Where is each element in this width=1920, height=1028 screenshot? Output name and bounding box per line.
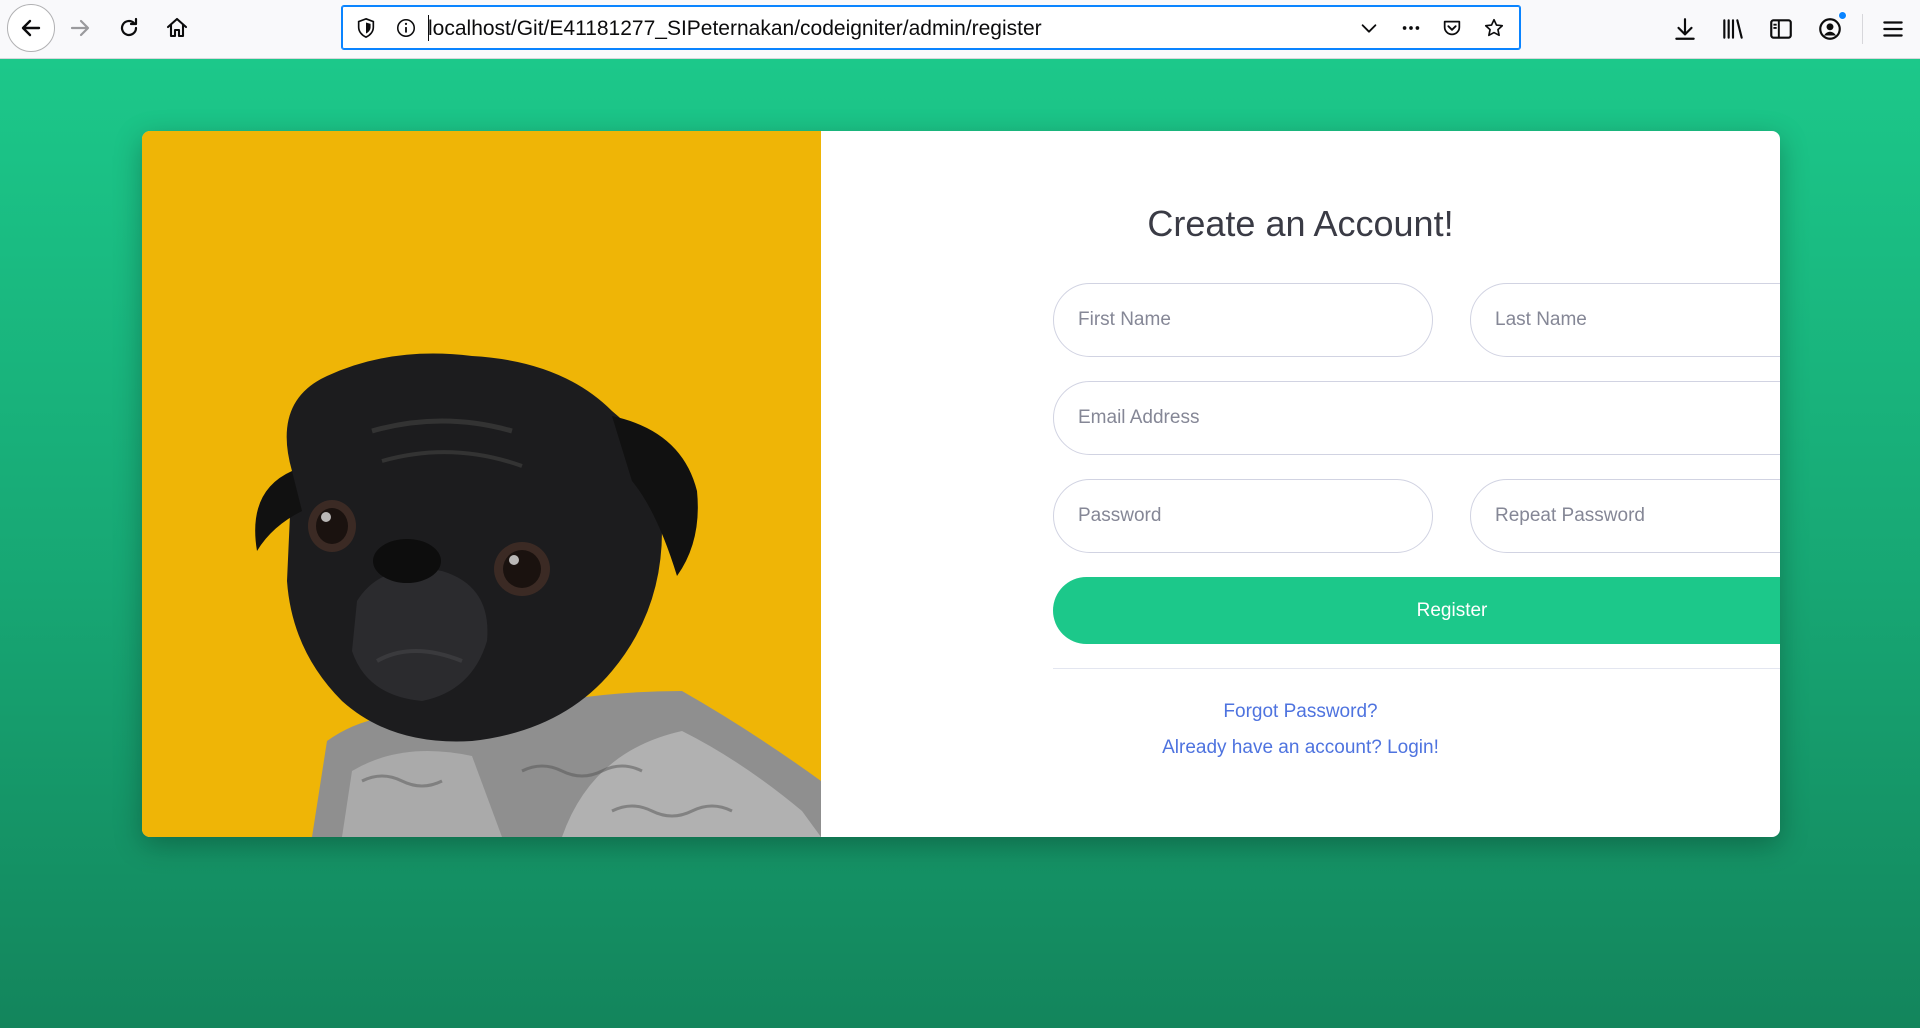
more-icon[interactable] (1399, 16, 1423, 40)
repeat-password-input[interactable] (1470, 479, 1780, 553)
forward-button[interactable] (60, 8, 100, 48)
login-link[interactable]: Already have an account? Login! (821, 737, 1780, 759)
pug-image (142, 131, 821, 837)
arrow-right-icon (70, 19, 90, 37)
register-form: Create an Account! Register Forgot Passw… (821, 131, 1780, 837)
email-input[interactable] (1053, 381, 1780, 455)
chevron-down-icon[interactable] (1357, 16, 1381, 40)
account-icon (1819, 18, 1841, 40)
reload-button[interactable] (109, 8, 149, 48)
library-icon (1723, 19, 1743, 39)
pocket-icon[interactable] (1440, 16, 1464, 40)
sidebar-icon (1770, 19, 1792, 39)
register-button[interactable]: Register (1053, 577, 1780, 644)
notification-dot (1838, 11, 1847, 20)
download-button[interactable] (1670, 14, 1700, 44)
divider (1053, 668, 1780, 669)
url-text[interactable]: localhost/Git/E41181277_SIPeternakan/cod… (428, 17, 1042, 41)
page-background: Create an Account! Register Forgot Passw… (0, 59, 1920, 1028)
download-icon (1675, 18, 1695, 40)
reload-icon (120, 17, 138, 37)
sidebar-button[interactable] (1766, 14, 1796, 44)
home-icon (166, 17, 188, 38)
forgot-password-link[interactable]: Forgot Password? (821, 701, 1780, 723)
password-input[interactable] (1053, 479, 1433, 553)
menu-button[interactable] (1878, 14, 1908, 44)
url-bar[interactable]: localhost/Git/E41181277_SIPeternakan/cod… (341, 5, 1521, 50)
star-icon[interactable] (1482, 16, 1506, 40)
library-button[interactable] (1718, 14, 1748, 44)
back-button[interactable] (7, 4, 55, 52)
browser-toolbar: localhost/Git/E41181277_SIPeternakan/cod… (0, 0, 1920, 59)
register-card: Create an Account! Register Forgot Passw… (142, 131, 1780, 837)
info-icon[interactable] (394, 16, 418, 40)
account-button[interactable] (1815, 11, 1847, 44)
pug-illustration (142, 131, 821, 837)
hamburger-icon (1883, 21, 1903, 37)
first-name-input[interactable] (1053, 283, 1433, 357)
shield-icon[interactable] (354, 16, 378, 40)
page-title: Create an Account! (1147, 203, 1454, 244)
toolbar-separator (1862, 14, 1863, 44)
last-name-input[interactable] (1470, 283, 1780, 357)
arrow-left-icon (21, 19, 41, 37)
home-button[interactable] (157, 8, 197, 48)
